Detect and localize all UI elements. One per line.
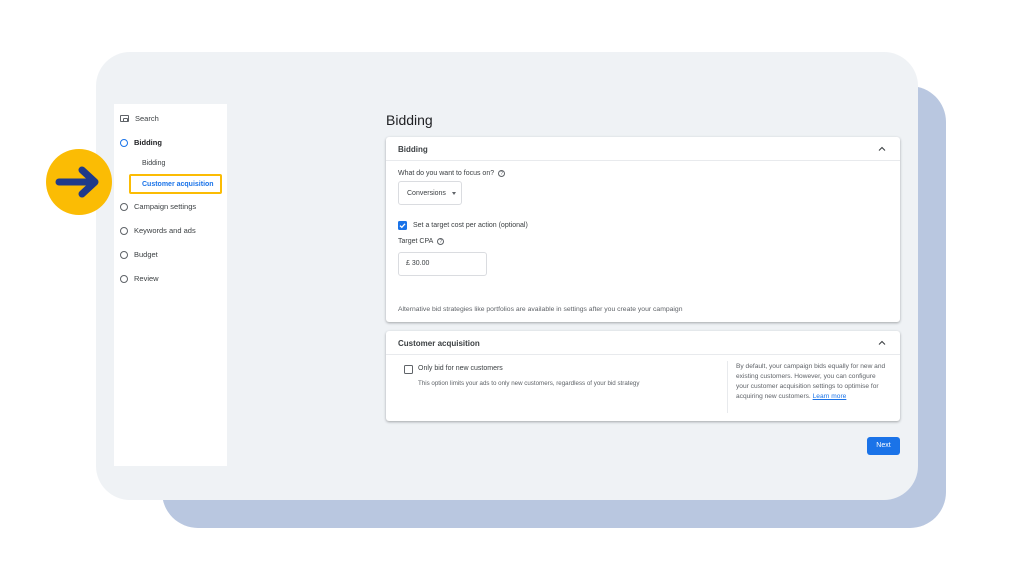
help-icon[interactable]: ? bbox=[498, 170, 506, 177]
sidebar-item-search[interactable]: Search bbox=[120, 114, 159, 123]
bid-strategy-footnote: Alternative bid strategies like portfoli… bbox=[398, 306, 683, 313]
sidebar-item-campaign-settings[interactable]: Campaign settings bbox=[120, 202, 196, 211]
target-cpa-label: Target CPA ? bbox=[398, 238, 445, 245]
sidebar-item-review[interactable]: Review bbox=[120, 274, 159, 283]
arrow-right-icon bbox=[55, 166, 99, 198]
annotation-badge bbox=[46, 149, 112, 215]
sidebar-item-label: Search bbox=[135, 114, 159, 123]
bidding-panel-header[interactable]: Bidding bbox=[386, 137, 900, 161]
radio-circle-icon bbox=[120, 274, 128, 283]
checkmark-icon bbox=[399, 223, 406, 229]
panel-title: Bidding bbox=[398, 145, 428, 154]
sidebar-item-label: Keywords and ads bbox=[134, 226, 196, 235]
focus-dropdown[interactable]: Conversions bbox=[398, 181, 462, 205]
stage: Search Bidding Bidding Customer acquisit… bbox=[0, 0, 1024, 575]
chevron-up-icon[interactable] bbox=[878, 339, 886, 347]
sidebar-item-budget[interactable]: Budget bbox=[120, 250, 158, 259]
new-customers-hint: This option limits your ads to only new … bbox=[418, 380, 640, 387]
sidebar-item-label: Review bbox=[134, 274, 159, 283]
sidebar-item-label: Bidding bbox=[134, 138, 162, 147]
focus-label: What do you want to focus on? ? bbox=[398, 170, 506, 177]
panel-title: Customer acquisition bbox=[398, 339, 480, 348]
radio-circle-icon bbox=[120, 226, 128, 235]
sidebar: Search Bidding Bidding Customer acquisit… bbox=[114, 104, 227, 466]
target-cost-label: Set a target cost per action (optional) bbox=[413, 222, 528, 229]
sidebar-item-label: Budget bbox=[134, 250, 158, 259]
learn-more-link[interactable]: Learn more bbox=[813, 393, 847, 400]
bidding-panel: Bidding What do you want to focus on? ? … bbox=[386, 137, 900, 322]
next-button[interactable]: Next bbox=[867, 437, 900, 455]
customer-panel-header[interactable]: Customer acquisition bbox=[386, 331, 900, 355]
sidebar-item-bidding[interactable]: Bidding bbox=[120, 138, 162, 147]
focus-dropdown-value: Conversions bbox=[407, 189, 446, 197]
radio-circle-icon bbox=[120, 202, 128, 211]
sidebar-item-label: Campaign settings bbox=[134, 202, 197, 211]
help-icon[interactable]: ? bbox=[437, 238, 445, 245]
target-cpa-input[interactable]: £ 30.00 bbox=[398, 252, 487, 276]
target-cpa-label-text: Target CPA bbox=[398, 238, 434, 245]
sidebar-item-keywords-and-ads[interactable]: Keywords and ads bbox=[120, 226, 196, 235]
customer-acquisition-note: By default, your campaign bids equally f… bbox=[736, 362, 886, 402]
sidebar-subitem-bidding[interactable]: Bidding bbox=[142, 160, 165, 167]
radio-circle-icon bbox=[120, 250, 128, 259]
page-title: Bidding bbox=[386, 112, 433, 128]
target-cost-checkbox[interactable] bbox=[398, 221, 407, 230]
chevron-up-icon[interactable] bbox=[878, 145, 886, 153]
new-customers-label: Only bid for new customers bbox=[418, 365, 503, 372]
panel-divider bbox=[727, 361, 728, 413]
side-note-text: By default, your campaign bids equally f… bbox=[736, 363, 886, 400]
sidebar-subitem-customer-acquisition[interactable]: Customer acquisition bbox=[142, 181, 214, 188]
caret-down-icon bbox=[451, 191, 456, 195]
search-icon bbox=[120, 115, 129, 122]
new-customers-checkbox[interactable] bbox=[404, 365, 413, 374]
customer-acquisition-panel: Customer acquisition Only bid for new cu… bbox=[386, 331, 900, 421]
focus-label-text: What do you want to focus on? bbox=[398, 170, 495, 177]
radio-circle-icon bbox=[120, 138, 128, 147]
